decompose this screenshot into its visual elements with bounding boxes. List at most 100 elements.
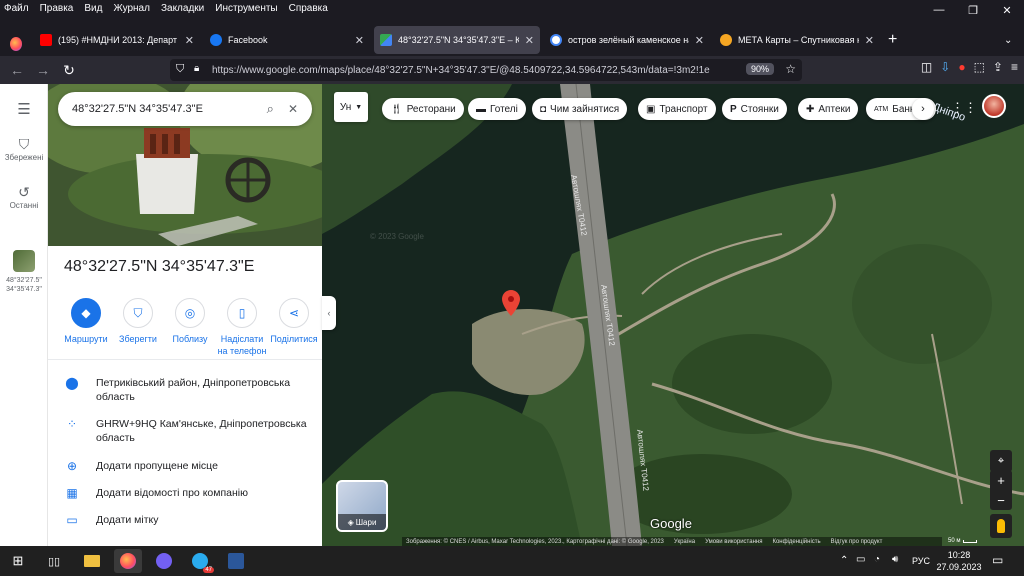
tab-google-search[interactable]: остров зелёный каменское на ✕ (544, 26, 710, 54)
address-row[interactable]: ⬤ Петриківський район, Дніпропетровська … (48, 376, 322, 404)
tray-chevron-icon[interactable]: ⌃ (840, 555, 848, 566)
scale-label: 50 м (948, 538, 961, 544)
restore-icon[interactable]: ❐ (956, 0, 990, 20)
url-text[interactable]: https://www.google.com/maps/place/48°32'… (212, 65, 742, 76)
back-arrow-icon[interactable]: ← (4, 57, 30, 83)
lock-icon[interactable]: 🔒︎ (194, 63, 199, 74)
plus-code-row[interactable]: ⁘ GHRW+9HQ Кам'янське, Дніпропетровська … (48, 417, 322, 445)
my-location-button[interactable]: ⌖ (990, 450, 1012, 472)
menu-icon[interactable]: ☰ (0, 100, 48, 118)
notifications-icon[interactable]: ▭ (992, 553, 1003, 567)
close-tab-icon[interactable]: ✕ (355, 34, 364, 47)
tab-meta-maps[interactable]: МЕТА Карты – Спутниковая к ✕ (714, 26, 880, 54)
clear-search-icon[interactable]: ✕ (288, 102, 298, 116)
chip-transit[interactable]: ▣ Транспорт (638, 98, 716, 120)
viber-icon[interactable] (150, 549, 178, 573)
apps-grid-icon[interactable]: ⋮⋮ (951, 98, 977, 118)
word-icon[interactable] (222, 549, 250, 573)
sync-icon[interactable]: ⇪ (993, 60, 1003, 74)
add-missing-place-row[interactable]: ⊕ Додати пропущене місце (48, 459, 322, 473)
page-content: ☰ ⛉ Збережені ↺ Останні 48°32'27.5" 34°3… (0, 84, 1024, 546)
file-explorer-icon[interactable] (78, 549, 106, 573)
search-box[interactable]: 48°32'27.5"N 34°35'47.3"E ⌕ ✕ (58, 92, 312, 126)
footer-link-privacy[interactable]: Конфіденційність (772, 539, 820, 545)
zoom-in-button[interactable]: + (990, 470, 1012, 490)
tab-google-maps[interactable]: 48°32'27.5"N 34°35'47.3"E – Карт ✕ (374, 26, 540, 54)
layers-button[interactable]: ◈ Шари (336, 480, 388, 532)
close-tab-icon[interactable]: ✕ (185, 34, 194, 47)
bookmark-icon: ⛉ (123, 298, 153, 328)
label-icon: ▭ (66, 513, 78, 527)
rail-recent[interactable]: ↺ Останні (0, 184, 48, 210)
menu-edit[interactable]: Правка (36, 3, 81, 14)
download-icon[interactable]: ⇩ (940, 60, 950, 74)
close-tab-icon[interactable]: ✕ (695, 34, 704, 47)
zoom-level-badge[interactable]: 90% (745, 63, 774, 75)
tray-battery-icon[interactable]: ▭ (856, 554, 865, 565)
language-button[interactable]: Ун ▼ (334, 92, 368, 122)
tray-clock[interactable]: 10:28 27.09.2023 (936, 549, 982, 573)
close-tab-icon[interactable]: ✕ (525, 34, 534, 47)
extensions-puzzle-icon[interactable]: ⬚ (974, 60, 985, 74)
location-marker-icon[interactable] (502, 290, 520, 316)
directions-button[interactable]: ◆ Маршрути (60, 298, 112, 357)
tab-youtube[interactable]: (195) #НМДНИ 2013: Департ ✕ (34, 26, 200, 54)
rail-saved[interactable]: ⛉ Збережені (0, 136, 48, 162)
pocket-icon[interactable]: ◫ (921, 60, 932, 74)
firefox-view-button[interactable] (4, 30, 28, 58)
place-photo[interactable]: 48°32'27.5"N 34°35'47.3"E ⌕ ✕ (48, 84, 322, 246)
menu-bookmarks[interactable]: Закладки (157, 3, 211, 14)
menu-history[interactable]: Журнал (109, 3, 157, 14)
menu-file[interactable]: Файл (0, 3, 36, 14)
chip-restaurants[interactable]: 🍴︎ Ресторани (382, 98, 464, 120)
bank-icon: ATM (874, 105, 889, 113)
scale-bar[interactable]: 50 м (948, 536, 988, 546)
forward-arrow-icon[interactable]: → (30, 57, 56, 83)
telegram-icon[interactable]: 47 (186, 549, 214, 573)
chip-hotels[interactable]: ▬ Готелі (468, 98, 526, 120)
url-bar[interactable]: ⛉ 🔒︎ https://www.google.com/maps/place/4… (170, 59, 802, 81)
satellite-map[interactable]: Автошлях Т0412 Автошлях Т0412 Автошлях Т… (322, 84, 1024, 546)
menu-view[interactable]: Вид (80, 3, 109, 14)
reload-icon[interactable]: ↻ (56, 57, 82, 83)
task-view-icon[interactable]: ▯▯ (40, 549, 68, 573)
avatar[interactable] (982, 94, 1006, 118)
rail-recent-item[interactable]: 48°32'27.5" 34°35'47.3" (0, 250, 48, 294)
footer-link-ukraine[interactable]: Україна (674, 539, 695, 545)
nearby-button[interactable]: ◎ Поблизу (164, 298, 216, 357)
tray-volume-icon[interactable]: 🔊︎ (892, 554, 898, 565)
menu-tools[interactable]: Инструменты (211, 3, 284, 14)
footer-link-feedback[interactable]: Відгук про продукт (831, 539, 883, 545)
taskbar-firefox-icon[interactable] (114, 549, 142, 573)
close-window-icon[interactable]: ✕ (990, 0, 1024, 20)
search-input[interactable]: 48°32'27.5"N 34°35'47.3"E (72, 103, 267, 115)
list-tabs-icon[interactable]: ⌄ (998, 26, 1018, 54)
menu-help[interactable]: Справка (285, 3, 335, 14)
add-label-row[interactable]: ▭ Додати мітку (48, 513, 322, 527)
footer-link-terms[interactable]: Умови використання (705, 539, 762, 545)
minimize-icon[interactable]: — (922, 0, 956, 20)
new-tab-button[interactable]: + (882, 26, 906, 54)
collapse-panel-button[interactable]: ‹ (322, 296, 336, 330)
hamburger-menu-icon[interactable]: ≡ (1011, 60, 1018, 74)
clock-date: 27.09.2023 (936, 562, 982, 572)
search-icon[interactable]: ⌕ (267, 101, 274, 117)
share-button[interactable]: ⋖ Поділитися (268, 298, 320, 357)
send-to-phone-button[interactable]: ▯ Надіслати на телефон (216, 298, 268, 357)
bookmark-star-icon[interactable]: ☆ (785, 62, 796, 76)
chip-pharmacies[interactable]: ✚ Аптеки (798, 98, 859, 120)
tray-network-icon[interactable]: ◔ (874, 554, 880, 565)
close-tab-icon[interactable]: ✕ (865, 34, 874, 47)
zoom-out-button[interactable]: − (990, 490, 1012, 510)
extension-red-icon[interactable]: ● (958, 60, 965, 74)
chip-parking[interactable]: P Стоянки (722, 98, 787, 120)
pegman-icon[interactable] (990, 514, 1012, 538)
chip-things-to-do[interactable]: ◘ Чим зайнятися (532, 98, 628, 120)
windows-start-icon[interactable]: ⊞ (4, 549, 32, 573)
tray-language[interactable]: РУС (912, 556, 930, 566)
tab-facebook[interactable]: Facebook ✕ (204, 26, 370, 54)
add-business-row[interactable]: ▦ Додати відомості про компанію (48, 486, 322, 500)
save-button[interactable]: ⛉ Зберегти (112, 298, 164, 357)
chips-next-button[interactable]: › (912, 98, 934, 120)
shield-icon[interactable]: ⛉ (176, 63, 184, 76)
